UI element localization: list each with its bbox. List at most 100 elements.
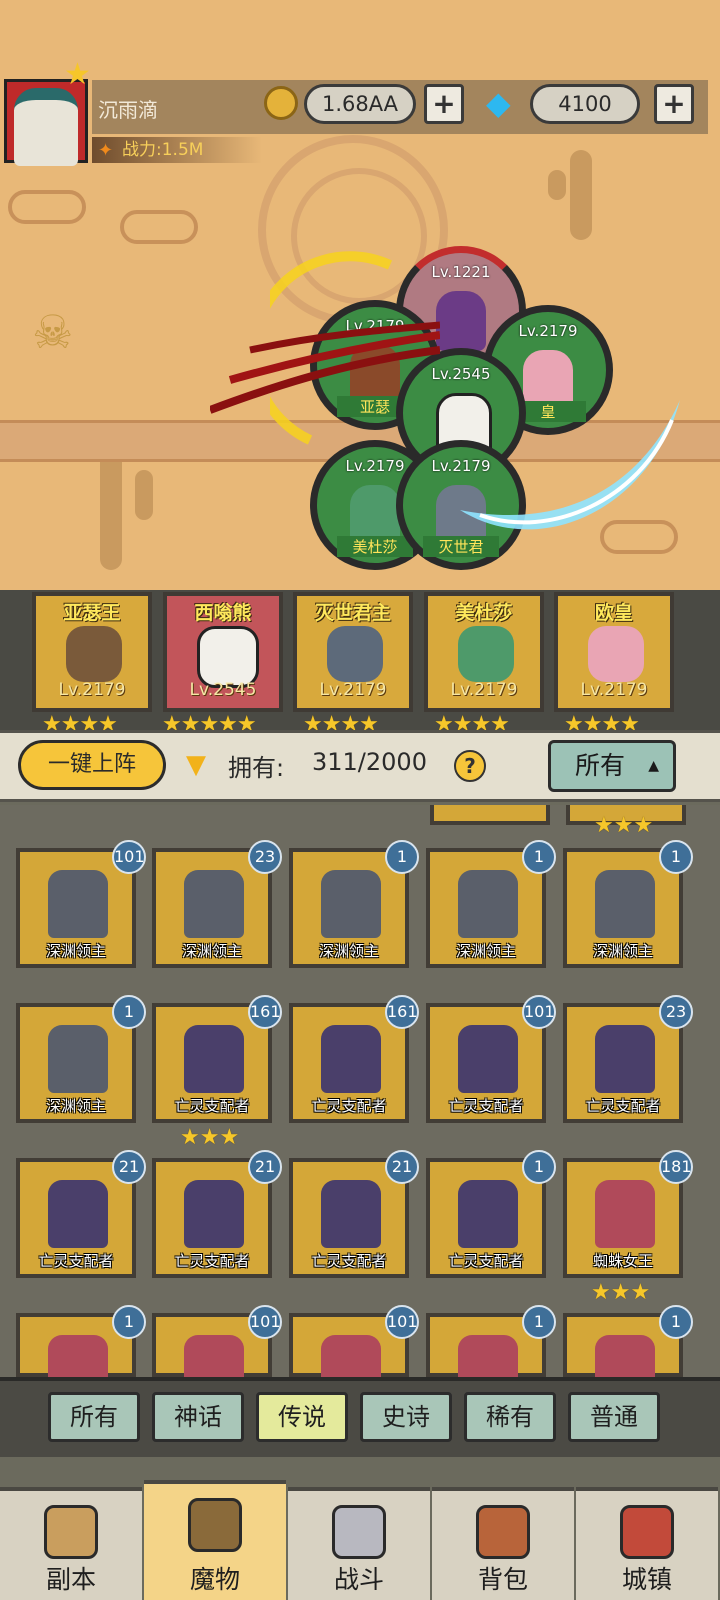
lineup-card[interactable]: 西嗡熊 Lv.2545 (163, 592, 283, 712)
monster-icon (188, 1498, 242, 1552)
owned-count: 311/2000 (312, 748, 427, 776)
cactus-decoration (570, 150, 592, 240)
nav-battle[interactable]: 战斗 (288, 1487, 430, 1600)
nav-town[interactable]: 城镇 (576, 1487, 718, 1600)
power-display: 战力:1.5M (92, 137, 262, 163)
tab-rare[interactable]: 稀有 (464, 1392, 556, 1442)
monster-name: 深渊领主 (592, 942, 653, 960)
lineup-card[interactable]: 美杜莎 Lv.2179 (424, 592, 544, 712)
abyss-lord-icon (321, 870, 381, 938)
princess-portrait-icon (588, 626, 644, 682)
count-badge: 1 (659, 1305, 693, 1339)
help-icon[interactable]: ? (454, 750, 486, 782)
lineup-hero-level: Lv.2179 (319, 680, 387, 700)
count-badge: 1 (659, 840, 693, 874)
abyss-lord-icon (458, 870, 518, 938)
monster-name: 亡灵支配者 (174, 1097, 250, 1115)
sort-dropdown-value: 所有 (575, 751, 626, 780)
player-name: 沉雨滴 (98, 98, 158, 122)
count-badge: 161 (385, 995, 419, 1029)
lineup-hero-level: Lv.2179 (58, 680, 126, 700)
abyss-lord-icon (595, 870, 655, 938)
nav-bag[interactable]: 背包 (432, 1487, 574, 1600)
monster-name: 亡灵支配者 (311, 1097, 387, 1115)
knight-portrait-icon (66, 626, 122, 682)
count-badge: 1 (522, 1305, 556, 1339)
undead-ruler-icon (595, 1025, 655, 1093)
count-badge: 1 (522, 1150, 556, 1184)
count-badge: 1 (112, 1305, 146, 1339)
nav-label: 背包 (477, 1565, 528, 1594)
nav-dungeon[interactable]: 副本 (0, 1487, 142, 1600)
tab-epic[interactable]: 史诗 (360, 1392, 452, 1442)
abyss-lord-icon (48, 1025, 108, 1093)
count-badge: 101 (385, 1305, 419, 1339)
claw-slash-effect (210, 321, 440, 414)
nav-label: 战斗 (333, 1565, 384, 1594)
count-badge: 1 (112, 995, 146, 1029)
medusa-portrait-icon (458, 626, 514, 682)
tab-all[interactable]: 所有 (48, 1392, 140, 1442)
gem-amount: 4100 (530, 84, 640, 124)
monster-name: 亡灵支配者 (448, 1252, 524, 1270)
orb-level: Lv.1221 (431, 263, 491, 281)
monster-name: 亡灵支配者 (311, 1252, 387, 1270)
cactus-decoration (548, 170, 566, 200)
auto-deploy-button[interactable]: 一键上阵 (18, 740, 166, 790)
monster-stars: ★★★ (180, 1125, 240, 1150)
nav-monster[interactable]: 魔物 (144, 1480, 286, 1600)
lineup-card[interactable]: 欧皇 Lv.2179 (554, 592, 674, 712)
lineup-hero-level: Lv.2179 (580, 680, 648, 700)
lineup-hero-name: 美杜莎 (455, 602, 513, 624)
count-badge: 101 (112, 840, 146, 874)
abyss-lord-icon (48, 870, 108, 938)
undead-ruler-icon (321, 1180, 381, 1248)
monster-card[interactable] (430, 805, 550, 825)
nav-label: 魔物 (189, 1565, 240, 1594)
monster-name: 亡灵支配者 (448, 1097, 524, 1115)
orb-level: Lv.2179 (518, 322, 578, 340)
lineup-card[interactable]: 灭世君主 Lv.2179 (293, 592, 413, 712)
battle-icon (332, 1505, 386, 1559)
undead-ruler-icon (184, 1025, 244, 1093)
count-badge: 23 (248, 840, 282, 874)
spider-queen-icon (595, 1180, 655, 1248)
monster-stars: ★★★ (594, 813, 654, 838)
add-gold-button[interactable]: + (424, 84, 464, 124)
dungeon-icon (44, 1505, 98, 1559)
town-icon (620, 1505, 674, 1559)
cactus-decoration (135, 470, 153, 520)
add-gems-button[interactable]: + (654, 84, 694, 124)
monster-name: 亡灵支配者 (174, 1252, 250, 1270)
monster-name: 深渊领主 (45, 942, 106, 960)
monster-name: 蜘蛛女王 (592, 1252, 653, 1270)
tab-legendary[interactable]: 传说 (256, 1392, 348, 1442)
skull-icon: ☠ (32, 305, 74, 359)
undead-ruler-icon (321, 1025, 381, 1093)
bush-decoration (8, 190, 86, 224)
owned-label: 拥有: (228, 754, 285, 782)
lineup-hero-name: 亚瑟王 (63, 602, 121, 624)
count-badge: 21 (248, 1150, 282, 1184)
monster-name: 深渊领主 (181, 942, 242, 960)
count-badge: 21 (385, 1150, 419, 1184)
count-badge: 1 (522, 840, 556, 874)
lineup-hero-level: Lv.2545 (189, 680, 257, 700)
undead-ruler-icon (48, 1180, 108, 1248)
count-badge: 161 (248, 995, 282, 1029)
count-badge: 101 (248, 1305, 282, 1339)
sort-dropdown[interactable]: 所有 ▲ (548, 740, 676, 792)
count-badge: 101 (522, 995, 556, 1029)
lineup-hero-name: 西嗡熊 (194, 602, 252, 624)
lineup-card[interactable]: 亚瑟王 Lv.2179 (32, 592, 152, 712)
tab-mythic[interactable]: 神话 (152, 1392, 244, 1442)
nav-label: 副本 (45, 1565, 96, 1594)
undead-ruler-icon (458, 1025, 518, 1093)
tab-common[interactable]: 普通 (568, 1392, 660, 1442)
panda-portrait-icon (197, 626, 259, 688)
undead-ruler-icon (458, 1180, 518, 1248)
undead-ruler-icon (184, 1180, 244, 1248)
count-badge: 23 (659, 995, 693, 1029)
sword-slash-effect (460, 400, 680, 530)
gold-coin-icon (264, 86, 298, 120)
